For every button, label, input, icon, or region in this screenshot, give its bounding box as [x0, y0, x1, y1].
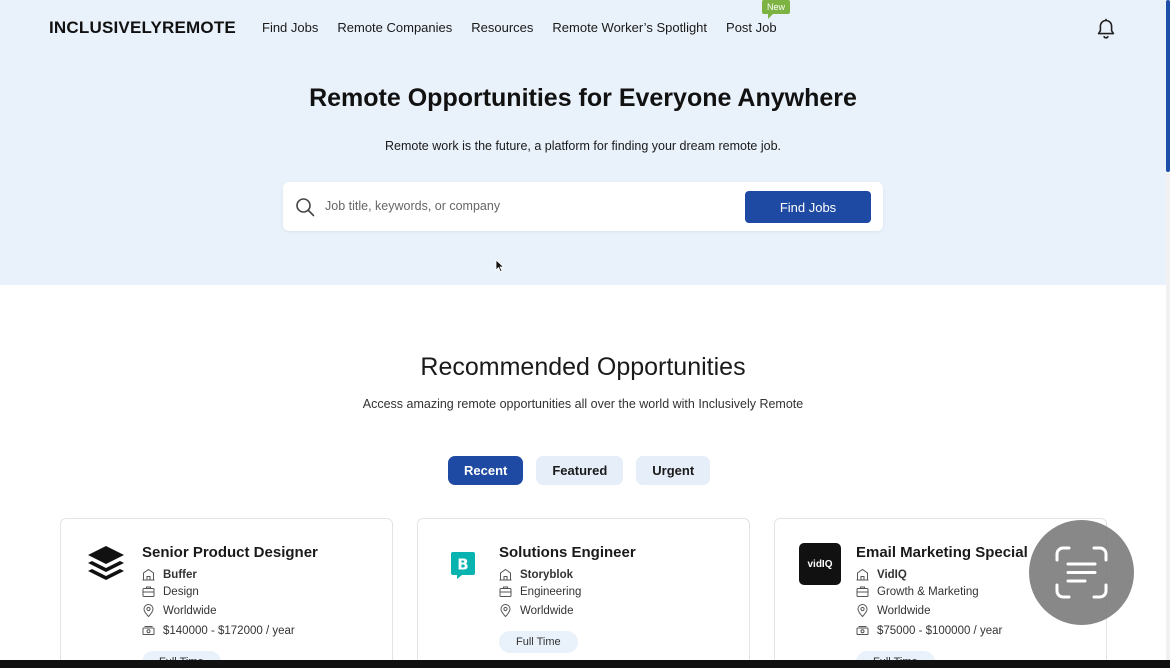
- recommended-subtitle: Access amazing remote opportunities all …: [362, 397, 804, 411]
- briefcase-icon: [499, 586, 512, 597]
- hero-subtitle: Remote work is the future, a platform fo…: [384, 139, 781, 153]
- opportunity-tabs: Recent Featured Urgent: [448, 456, 711, 485]
- text-scan-icon: [1055, 546, 1108, 599]
- nav-remote-companies[interactable]: Remote Companies: [337, 20, 452, 35]
- mouse-cursor-icon: [495, 259, 505, 273]
- job-location: Worldwide: [142, 604, 216, 617]
- job-location: Worldwide: [856, 604, 930, 617]
- job-location: Worldwide: [499, 604, 573, 617]
- job-category: Engineering: [499, 585, 581, 598]
- job-company: Storyblok: [499, 568, 573, 581]
- vidiq-logo-icon: vidIQ: [799, 543, 841, 585]
- job-salary: $75000 - $100000 / year: [856, 624, 1002, 637]
- nav-links: Find Jobs Remote Companies Resources Rem…: [262, 0, 791, 35]
- site-logo[interactable]: INCLUSIVELYREMOTE: [49, 18, 236, 38]
- briefcase-icon: [142, 586, 155, 597]
- job-company: Buffer: [142, 568, 197, 581]
- job-card[interactable]: B Solutions Engineer Storyblok Engineeri…: [417, 518, 750, 668]
- tab-featured[interactable]: Featured: [536, 456, 624, 485]
- recommended-title: Recommended Opportunities: [420, 353, 746, 381]
- nav-resources[interactable]: Resources: [471, 20, 533, 35]
- money-icon: [142, 626, 155, 635]
- svg-text:B: B: [457, 556, 468, 574]
- storyblok-logo-icon: B: [451, 552, 475, 579]
- tab-recent[interactable]: Recent: [448, 456, 524, 485]
- search-input[interactable]: [325, 195, 735, 217]
- scrollbar-thumb[interactable]: [1166, 0, 1170, 172]
- job-category: Design: [142, 585, 199, 598]
- job-card[interactable]: Senior Product Designer Buffer Design Wo…: [60, 518, 393, 668]
- job-title[interactable]: Senior Product Designer: [142, 544, 318, 561]
- job-title[interactable]: Email Marketing Special: [856, 544, 1028, 561]
- new-badge: New: [762, 0, 791, 19]
- top-navigation: INCLUSIVELYREMOTE Find Jobs Remote Compa…: [0, 0, 1166, 56]
- search-bar: Find Jobs: [283, 182, 883, 231]
- job-type-badge: Full Time: [499, 631, 578, 653]
- tab-urgent[interactable]: Urgent: [636, 456, 711, 485]
- money-icon: [856, 626, 869, 635]
- location-pin-icon: [500, 604, 511, 617]
- nav-post-job[interactable]: Post Job New: [726, 0, 791, 35]
- nav-post-job-label: Post Job: [726, 20, 777, 35]
- job-title[interactable]: Solutions Engineer: [499, 544, 636, 561]
- bell-icon[interactable]: [1096, 18, 1116, 40]
- nav-find-jobs[interactable]: Find Jobs: [262, 20, 318, 35]
- page-scrollbar[interactable]: [1166, 0, 1170, 668]
- location-pin-icon: [857, 604, 868, 617]
- find-jobs-button[interactable]: Find Jobs: [745, 191, 871, 223]
- job-category: Growth & Marketing: [856, 585, 979, 598]
- hero-title: Remote Opportunities for Everyone Anywhe…: [309, 84, 857, 112]
- buffer-logo-icon: [88, 546, 124, 580]
- building-icon: [499, 568, 512, 581]
- building-icon: [142, 568, 155, 581]
- text-scan-button[interactable]: [1029, 520, 1134, 625]
- job-company: VidIQ: [856, 568, 907, 581]
- nav-remote-worker-spotlight[interactable]: Remote Worker’s Spotlight: [552, 20, 707, 35]
- briefcase-icon: [856, 586, 869, 597]
- search-icon: [296, 198, 315, 217]
- building-icon: [856, 568, 869, 581]
- location-pin-icon: [143, 604, 154, 617]
- job-salary: $140000 - $172000 / year: [142, 624, 295, 637]
- bottom-bar: [0, 660, 1170, 668]
